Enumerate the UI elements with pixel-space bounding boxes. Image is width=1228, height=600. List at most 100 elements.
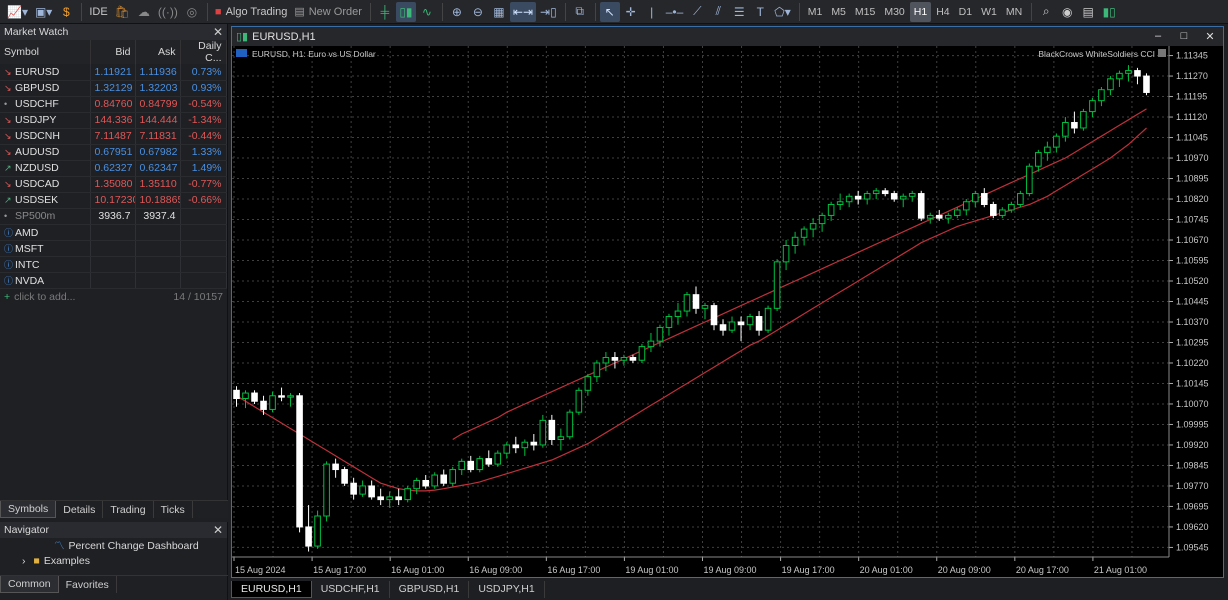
timeframe-w1[interactable]: W1 bbox=[977, 2, 1001, 22]
timeframe-mn[interactable]: MN bbox=[1002, 2, 1026, 22]
bid-cell: 0.67951 bbox=[90, 144, 136, 161]
candle-body bbox=[863, 193, 871, 200]
close-icon[interactable]: ✕ bbox=[213, 25, 223, 39]
timeframe-d1[interactable]: D1 bbox=[955, 2, 976, 22]
trendline-icon[interactable]: ⟋ bbox=[687, 2, 707, 22]
battery-icon[interactable]: ▮▯ bbox=[1099, 2, 1119, 22]
timeframe-m5[interactable]: M5 bbox=[827, 2, 850, 22]
chart-tab-usdjpy[interactable]: USDJPY,H1 bbox=[469, 580, 545, 598]
tab-common[interactable]: Common bbox=[0, 576, 59, 593]
table-row[interactable]: ↘ USDCNH 7.11487 7.11831 -0.44% bbox=[0, 128, 227, 145]
tab-details[interactable]: Details bbox=[56, 501, 104, 518]
table-row[interactable]: • USDCHF 0.84760 0.84799 -0.54% bbox=[0, 96, 227, 113]
symbol-name: EURUSD bbox=[15, 65, 60, 78]
close-icon[interactable]: ✕ bbox=[213, 523, 223, 537]
line-chart-icon[interactable]: ∿ bbox=[417, 2, 437, 22]
timeframe-h4[interactable]: H4 bbox=[932, 2, 953, 22]
y-tick-label: 1.11195 bbox=[1176, 92, 1207, 102]
tab-symbols[interactable]: Symbols bbox=[0, 501, 57, 518]
candle-body bbox=[764, 307, 772, 331]
grid-icon[interactable]: ▦ bbox=[489, 2, 509, 22]
candle-body bbox=[296, 395, 303, 528]
timeframe-m1[interactable]: M1 bbox=[804, 2, 827, 22]
symbol-cell: ⓘ MSFT bbox=[0, 240, 91, 257]
candle-body bbox=[530, 441, 538, 446]
column-header-bid[interactable]: Bid bbox=[90, 40, 136, 64]
table-row[interactable]: ↘ EURUSD 1.11921 1.11936 0.73% bbox=[0, 64, 227, 81]
close-icon[interactable]: ✕ bbox=[1197, 30, 1223, 43]
table-row[interactable]: • SP500m 3936.7 3937.4 bbox=[0, 208, 227, 225]
candlestick-icon[interactable]: ▯▮ bbox=[395, 1, 416, 22]
account-icon[interactable]: ◉ bbox=[1057, 2, 1077, 22]
algo-trading-button[interactable]: ■ Algo Trading bbox=[212, 2, 290, 22]
nav-item-examples[interactable]: › ■ Examples bbox=[0, 553, 227, 568]
add-symbol-row[interactable]: + click to add... 14 / 10157 bbox=[0, 289, 227, 305]
channel-icon[interactable]: ⫽ bbox=[708, 2, 728, 22]
timeframe-m30[interactable]: M30 bbox=[880, 2, 908, 22]
table-row[interactable]: ⓘ AMD bbox=[0, 224, 227, 241]
table-row[interactable]: ↘ AUDUSD 0.67951 0.67982 1.33% bbox=[0, 144, 227, 161]
candle-body bbox=[701, 305, 709, 309]
candle-body bbox=[800, 228, 808, 238]
crosshair-icon[interactable]: ✛ bbox=[621, 2, 641, 22]
arrow-down-icon: ↘ bbox=[4, 66, 12, 77]
timeframe-m15[interactable]: M15 bbox=[851, 2, 879, 22]
tab-trading[interactable]: Trading bbox=[103, 501, 154, 518]
ide-button[interactable]: IDE bbox=[86, 2, 110, 22]
bag-icon[interactable]: 🛍 bbox=[112, 2, 133, 22]
candle-body bbox=[935, 214, 943, 219]
tab-ticks[interactable]: Ticks bbox=[154, 501, 193, 518]
zoom-in-icon[interactable]: ⊕ bbox=[447, 2, 467, 22]
zoom-out-icon[interactable]: ⊖ bbox=[468, 2, 488, 22]
cloud-icon[interactable]: ☁ bbox=[134, 2, 154, 22]
table-row[interactable]: ↘ USDJPY 144.336 144.444 -1.34% bbox=[0, 112, 227, 129]
candle-body bbox=[341, 469, 348, 484]
screenshot-icon[interactable]: ⧉ bbox=[570, 2, 590, 22]
candle-body bbox=[593, 362, 601, 378]
candle-body bbox=[368, 485, 375, 498]
fibonacci-icon[interactable]: ☰ bbox=[729, 2, 749, 22]
bid-cell: 3936.7 bbox=[90, 208, 136, 225]
template-icon[interactable]: ▣▾ bbox=[32, 2, 55, 22]
nav-item-dashboard[interactable]: 〽 Percent Change Dashboard bbox=[0, 538, 227, 553]
column-header-symbol[interactable]: Symbol bbox=[0, 40, 91, 64]
chart-shift-icon[interactable]: ⇥▯ bbox=[537, 2, 560, 22]
chart-type-icon[interactable]: 📈▾ bbox=[4, 2, 31, 22]
cursor-icon[interactable]: ↖ bbox=[599, 1, 620, 22]
timeframe-h1[interactable]: H1 bbox=[909, 1, 932, 22]
candle-body bbox=[1143, 75, 1150, 93]
table-row[interactable]: ↗ NZDUSD 0.62327 0.62347 1.49% bbox=[0, 160, 227, 177]
minimize-icon[interactable]: – bbox=[1145, 30, 1171, 43]
chart-tab-eurusd[interactable]: EURUSD,H1 bbox=[231, 580, 312, 598]
text-icon[interactable]: T bbox=[750, 2, 770, 22]
table-row[interactable]: ⓘ NVDA bbox=[0, 272, 227, 289]
column-header-daily-change[interactable]: Daily C... bbox=[180, 40, 227, 64]
table-row[interactable]: ↘ GBPUSD 1.32129 1.32203 0.93% bbox=[0, 80, 227, 97]
chart-tab-usdchf[interactable]: USDCHF,H1 bbox=[312, 580, 390, 598]
candle-body bbox=[278, 395, 285, 398]
vps-icon[interactable]: ◎ bbox=[182, 2, 202, 22]
table-row[interactable]: ↘ USDCAD 1.35080 1.35110 -0.77% bbox=[0, 176, 227, 193]
candle-body bbox=[350, 482, 357, 495]
news-icon[interactable]: ▤ bbox=[1078, 2, 1098, 22]
chart-tab-gbpusd[interactable]: GBPUSD,H1 bbox=[390, 580, 470, 598]
table-row[interactable]: ↗ USDSEK 10.17230 10.18865 -0.66% bbox=[0, 192, 227, 209]
dollar-icon[interactable]: $ bbox=[56, 2, 76, 22]
candle-body bbox=[782, 244, 790, 263]
y-tick-label: 1.10445 bbox=[1176, 297, 1209, 307]
candle-body bbox=[719, 324, 727, 331]
table-row[interactable]: ⓘ INTC bbox=[0, 256, 227, 273]
shapes-icon[interactable]: ⬠▾ bbox=[771, 2, 793, 22]
search-icon[interactable]: ⌕ bbox=[1036, 2, 1056, 22]
maximize-icon[interactable]: □ bbox=[1171, 30, 1197, 43]
horizontal-line-icon[interactable]: ‒•‒ bbox=[663, 2, 687, 22]
signal-icon[interactable]: ((·)) bbox=[155, 2, 181, 22]
tab-favorites[interactable]: Favorites bbox=[59, 576, 117, 593]
price-chart[interactable]: 1.11345 1.11270 1.11195 1.11120 1.11045 1.109… bbox=[232, 46, 1223, 577]
bar-chart-icon[interactable]: ╪ bbox=[375, 2, 395, 22]
table-row[interactable]: ⓘ MSFT bbox=[0, 240, 227, 257]
vertical-line-icon[interactable]: | bbox=[642, 2, 662, 22]
new-order-button[interactable]: ▤ New Order bbox=[291, 2, 365, 22]
column-header-ask[interactable]: Ask bbox=[135, 40, 181, 64]
autoscroll-icon[interactable]: ⇤⇥ bbox=[509, 1, 537, 22]
